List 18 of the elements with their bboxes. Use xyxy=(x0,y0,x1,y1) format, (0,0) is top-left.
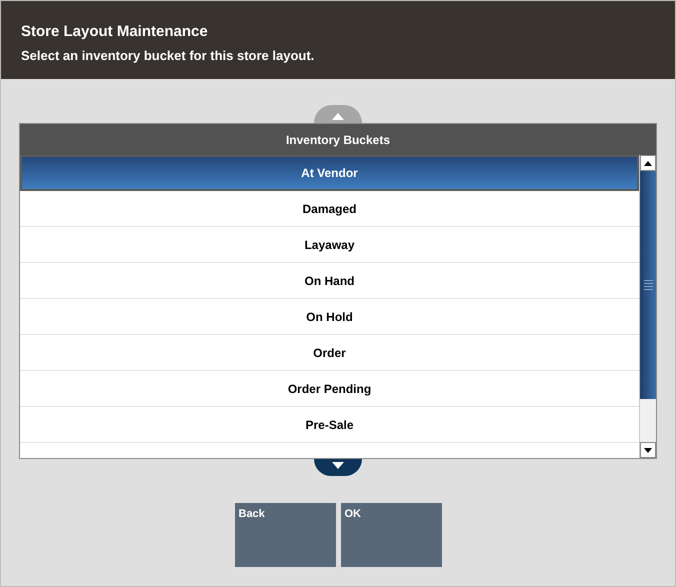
list-heading: Inventory Buckets xyxy=(20,124,656,155)
scroll-thumb[interactable] xyxy=(640,171,656,399)
list-item[interactable]: Order Pending xyxy=(20,371,639,407)
action-button[interactable]: Back xyxy=(234,503,336,567)
list-item[interactable]: On Hand xyxy=(20,263,639,299)
list-item[interactable]: On Hold xyxy=(20,299,639,335)
screen-subtitle: Select an inventory bucket for this store layout. xyxy=(21,48,316,64)
list-item[interactable]: Layaway xyxy=(20,227,639,263)
list-item[interactable]: Pre-Sale xyxy=(20,407,639,443)
list-item[interactable]: Order xyxy=(20,335,639,371)
up-arrow-icon xyxy=(332,113,344,120)
scroll-down-button[interactable] xyxy=(314,459,362,476)
list-item[interactable]: At Vendor xyxy=(20,155,639,191)
screen-title: Store Layout Maintenance xyxy=(21,23,209,41)
list-item[interactable]: Damaged xyxy=(20,191,639,227)
down-arrow-icon xyxy=(332,462,344,469)
scrollbar[interactable] xyxy=(639,155,656,458)
action-button[interactable]: OK xyxy=(340,503,442,567)
